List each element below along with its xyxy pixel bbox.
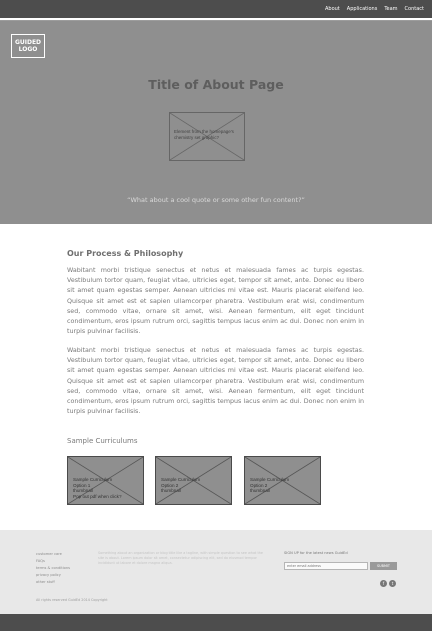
footer-link-faqs[interactable]: FAQs xyxy=(36,558,70,565)
curriculum-card-3[interactable]: Sample Curriculum Option 2 thumbnail xyxy=(244,456,321,505)
footer-link-other[interactable]: other stuff xyxy=(36,579,70,586)
site-logo[interactable]: GUIDED LOGO xyxy=(11,34,45,58)
logo-line-1: GUIDED xyxy=(14,39,42,46)
footer-link-terms[interactable]: terms & conditions xyxy=(36,565,70,572)
nav-about[interactable]: About xyxy=(325,6,340,12)
footer-link-customer-care[interactable]: customer care xyxy=(36,551,70,558)
submit-button[interactable]: SUBMIT xyxy=(370,562,397,570)
curriculum-card-1[interactable]: Sample Curriculum Option 1 thumbnail Pop… xyxy=(67,456,144,505)
card-line: thumbnail xyxy=(250,488,270,494)
nav-team[interactable]: Team xyxy=(384,6,397,12)
curriculum-card-caption: Sample Curriculum Option 2 thumbnail xyxy=(250,477,318,494)
hero-section: GUIDED LOGO Title of About Page Element … xyxy=(0,21,432,224)
section-heading: Our Process & Philosophy xyxy=(67,249,184,258)
hero-placeholder-caption: Element from the homepage's chemistry se… xyxy=(174,129,234,140)
footer-link-privacy[interactable]: privacy policy xyxy=(36,572,70,579)
site-footer: customer care FAQs terms & conditions pr… xyxy=(0,530,432,614)
curriculums-heading: Sample Curriculums xyxy=(67,437,138,445)
curriculum-card-caption: Sample Curriculum Option 1 thumbnail Pop… xyxy=(73,477,141,499)
bottom-bar xyxy=(0,614,432,631)
card-line: Pop out pdf when click? xyxy=(73,493,122,499)
top-nav-bar: About Applications Team Contact xyxy=(0,0,432,18)
email-field[interactable] xyxy=(284,562,368,570)
nav-applications[interactable]: Applications xyxy=(347,6,378,12)
body-paragraph-2: Wabitant morbi tristique senectus et net… xyxy=(67,347,364,416)
main-nav: About Applications Team Contact xyxy=(325,6,424,12)
curriculum-card-caption: Sample Curriculum Option 2 thumbnail xyxy=(161,477,229,494)
hero-image-placeholder: Element from the homepage's chemistry se… xyxy=(169,112,245,161)
copyright-text: All rights reserved GuidEd 2014 Copyrigh… xyxy=(36,598,108,602)
facebook-icon[interactable]: f xyxy=(380,580,387,587)
footer-blurb: Something about an organization or blog … xyxy=(98,551,264,565)
card-line: thumbnail xyxy=(161,488,181,494)
footer-links: customer care FAQs terms & conditions pr… xyxy=(36,551,70,586)
page-title: Title of About Page xyxy=(148,77,284,92)
curriculum-card-2[interactable]: Sample Curriculum Option 2 thumbnail xyxy=(155,456,232,505)
signup-label: SIGN UP for the latest news GuidEd xyxy=(284,551,348,555)
body-paragraph-1: Wabitant morbi tristique senectus et net… xyxy=(67,267,364,336)
logo-line-2: LOGO xyxy=(18,46,38,53)
hero-quote: “What about a cool quote or some other f… xyxy=(127,196,305,204)
twitter-icon[interactable]: t xyxy=(389,580,396,587)
nav-contact[interactable]: Contact xyxy=(405,6,424,12)
